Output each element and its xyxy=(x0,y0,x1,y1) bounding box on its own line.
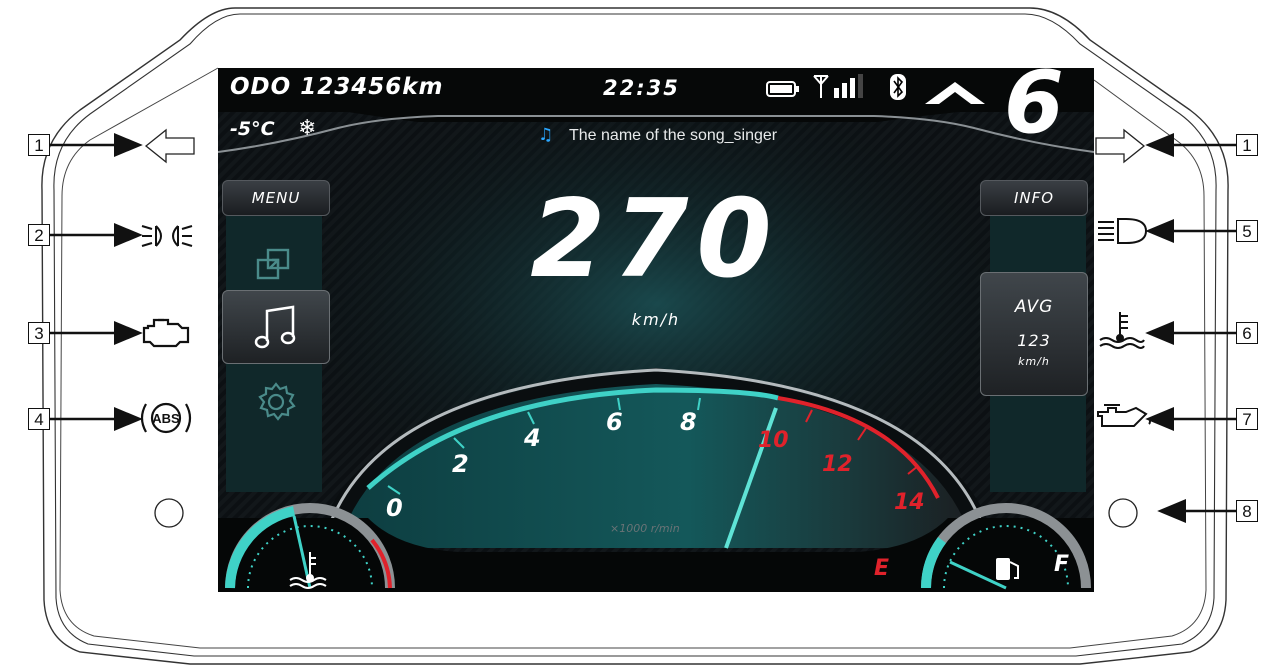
oil-pressure-icon xyxy=(1097,404,1151,427)
rpm-tick-label: 4 xyxy=(524,424,541,452)
callout-label-4: 4 xyxy=(28,408,50,430)
screen-switch-icon[interactable] xyxy=(254,246,294,282)
fuel-full-label: F xyxy=(1054,552,1070,577)
info-button[interactable]: INFO xyxy=(980,180,1088,216)
avg-title: AVG xyxy=(1014,297,1054,317)
engine-check-icon xyxy=(142,318,190,348)
music-menu-button[interactable] xyxy=(222,290,330,364)
bluetooth-icon xyxy=(890,74,906,100)
fuel-empty-label: E xyxy=(874,556,890,581)
rpm-tick-label: 6 xyxy=(606,408,623,436)
avg-speed-panel: AVG 123 km/h xyxy=(980,272,1088,396)
gear-up-indicator-icon xyxy=(925,82,985,104)
rpm-tick-label: 8 xyxy=(680,408,697,436)
music-note-icon: ♫ xyxy=(538,125,554,145)
rpm-tick-label: 2 xyxy=(452,450,469,478)
svg-text:ABS: ABS xyxy=(152,411,180,426)
coolant-temp-icon xyxy=(1099,312,1145,349)
speed-unit: km/h xyxy=(631,310,681,329)
outside-temperature: -5°C xyxy=(230,118,275,140)
music-icon xyxy=(254,305,296,349)
right-button-icon[interactable] xyxy=(1106,496,1140,530)
avg-unit: km/h xyxy=(1018,355,1050,368)
callout-label-3: 3 xyxy=(28,322,50,344)
odometer: ODO 123456km xyxy=(230,74,444,100)
dashboard-screen: ODO 123456km 22:35 6 -5°C ❄ ♫ The name o… xyxy=(218,68,1094,592)
avg-value: 123 xyxy=(1017,331,1051,350)
rpm-tick-label: 12 xyxy=(822,452,853,477)
snowflake-icon: ❄ xyxy=(298,116,317,141)
settings-gear-icon[interactable] xyxy=(254,380,298,424)
battery-icon xyxy=(766,81,799,97)
right-arrows xyxy=(1145,133,1236,523)
gear-indicator: 6 xyxy=(1004,68,1064,153)
left-arrows xyxy=(50,133,143,431)
position-light-icon xyxy=(141,225,193,247)
turn-signal-left-icon xyxy=(144,128,195,164)
left-button-icon[interactable] xyxy=(152,496,186,530)
callout-label-1-left: 1 xyxy=(28,134,50,156)
callout-label-2: 2 xyxy=(28,224,50,246)
signal-strength-icon xyxy=(813,74,863,98)
high-beam-icon xyxy=(1098,218,1148,244)
speed-value: 270 xyxy=(530,177,780,302)
abs-icon: ABS xyxy=(140,402,192,434)
clock: 22:35 xyxy=(603,76,680,100)
turn-signal-right-icon xyxy=(1095,128,1146,164)
coolant-temp-gauge xyxy=(225,503,395,589)
menu-button[interactable]: MENU xyxy=(222,180,330,216)
rpm-tick-label: 10 xyxy=(758,428,789,453)
now-playing-song: The name of the song_singer xyxy=(569,127,778,144)
rpm-unit: ×1000 r/min xyxy=(610,522,680,535)
